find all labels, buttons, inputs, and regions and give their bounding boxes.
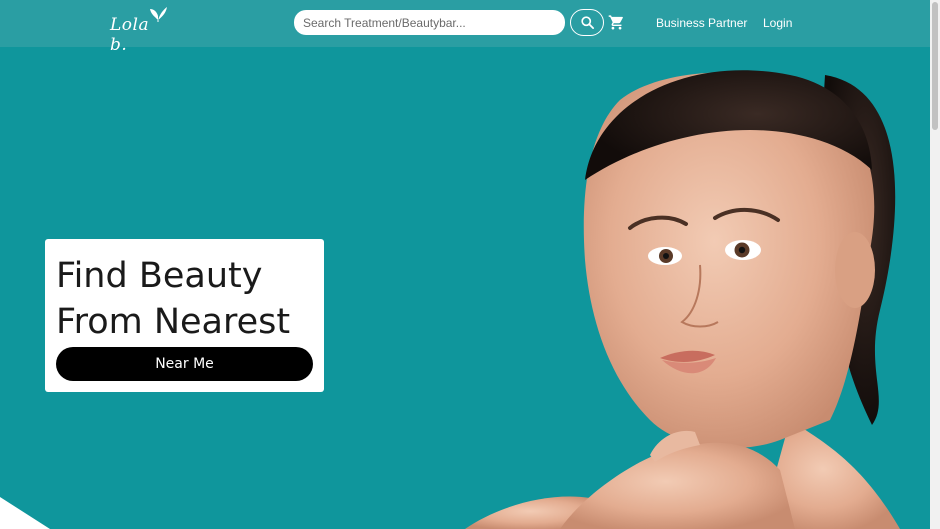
cart-icon[interactable] [608,14,625,31]
nav-business-partner[interactable]: Business Partner [656,16,747,30]
scrollbar[interactable] [930,0,940,529]
near-me-button[interactable]: Near Me [56,347,313,381]
logo[interactable]: Lola b. [108,5,168,55]
decorative-corner-shape [0,497,50,529]
top-navbar: Lola b. Business Partner Login [0,0,930,55]
search-icon [580,16,594,29]
hero-title-line2: From Nearest [56,302,291,342]
nav-login[interactable]: Login [763,16,792,30]
hero-title-line1: Find Beauty [56,256,263,296]
hero-title: Find Beauty From Nearest [56,253,320,345]
butterfly-icon [150,7,167,22]
scrollbar-thumb[interactable] [932,2,938,130]
hero-model-image [465,70,900,529]
hero-card: Find Beauty From Nearest Near Me [45,239,324,392]
search-button[interactable] [570,9,604,36]
search-input[interactable] [294,10,565,35]
